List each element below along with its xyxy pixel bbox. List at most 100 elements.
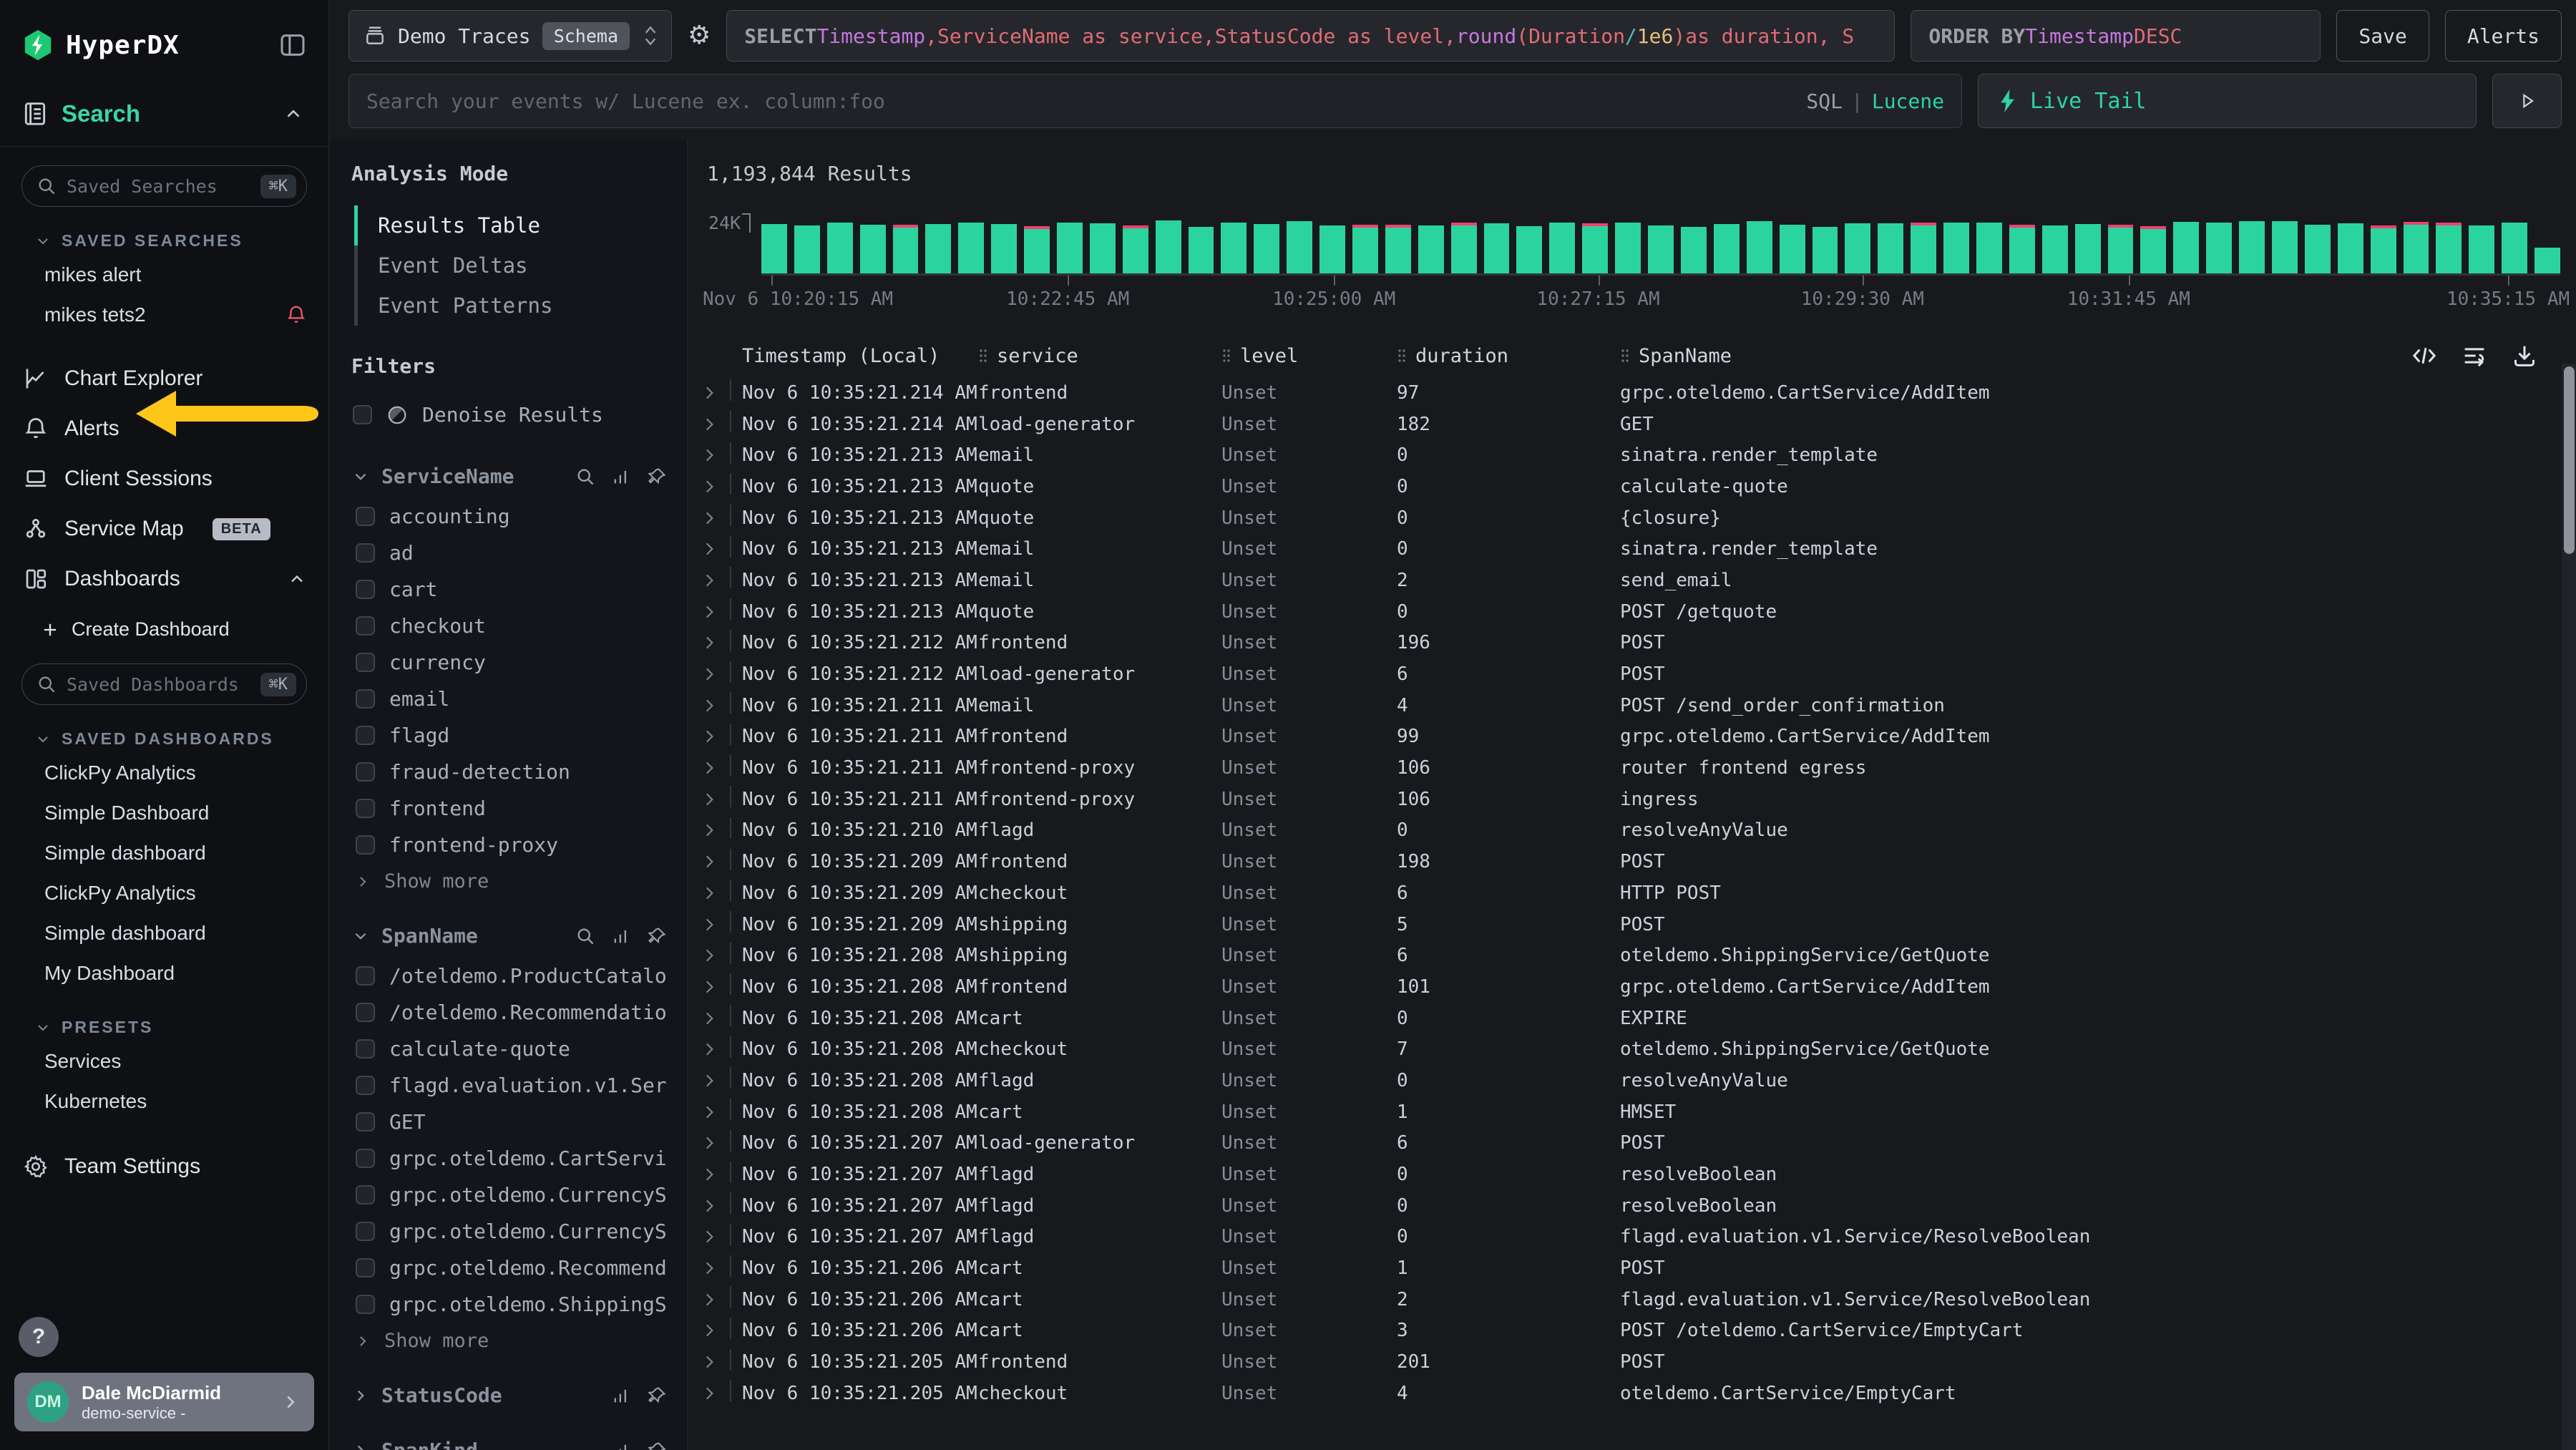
table-row[interactable]: Nov 6 10:35:21.205 AMcheckoutUnset4oteld… [688,1378,2576,1409]
servicename-filter-item[interactable]: frontend [356,790,667,827]
expand-row-icon[interactable] [700,1353,718,1371]
table-row[interactable]: Nov 6 10:35:21.213 AMemailUnset0sinatra.… [688,533,2576,565]
scrollbar-thumb[interactable] [2564,366,2575,554]
sidebar-item-service-map[interactable]: Service Map BETA [0,504,328,554]
expand-row-icon[interactable] [700,1290,718,1309]
search-icon[interactable] [575,926,595,946]
checkbox[interactable] [356,762,375,782]
bar-chart-icon[interactable] [611,1386,631,1406]
saved-search-item[interactable]: mikes tets2 [0,295,328,335]
checkbox[interactable] [356,543,375,563]
histogram-bar[interactable] [2404,222,2429,273]
orderby-expression-input[interactable]: ORDER BY Timestamp DESC [1911,10,2321,62]
analysis-mode-results-table[interactable]: Results Table [354,205,667,245]
saved-dashboards-header[interactable]: SAVED DASHBOARDS [0,705,328,753]
spanname-filter-item[interactable]: grpc.oteldemo.Recommend… [356,1250,667,1286]
servicename-filter-item[interactable]: flagd [356,717,667,754]
expand-row-icon[interactable] [700,821,718,840]
chevron-up-icon[interactable] [287,569,307,589]
histogram-bar[interactable] [2469,225,2494,273]
source-selector[interactable]: Demo Traces Schema [348,10,672,62]
sidebar-item-team-settings[interactable]: Team Settings [0,1142,328,1192]
histogram-bar[interactable] [1878,223,1903,273]
table-row[interactable]: Nov 6 10:35:21.206 AMcartUnset2flagd.eva… [688,1284,2576,1315]
histogram-bar[interactable] [2305,225,2331,273]
histogram-bar[interactable] [925,224,951,273]
facet-servicename-header[interactable]: ServiceName [351,464,667,488]
drag-handle-icon[interactable] [1397,347,1407,364]
expand-row-icon[interactable] [700,1384,718,1403]
checkbox[interactable] [356,799,375,818]
expand-row-icon[interactable] [700,540,718,558]
table-row[interactable]: Nov 6 10:35:21.206 AMcartUnset3POST /ote… [688,1315,2576,1347]
spanname-show-more[interactable]: Show more [351,1323,667,1352]
table-row[interactable]: Nov 6 10:35:21.210 AMflagdUnset0resolveA… [688,815,2576,847]
table-row[interactable]: Nov 6 10:35:21.209 AMcheckoutUnset6HTTP … [688,877,2576,909]
saved-searches-header[interactable]: SAVED SEARCHES [0,207,328,255]
help-button[interactable]: ? [19,1317,59,1357]
select-expression-input[interactable]: SELECT Timestamp, ServiceName as service… [726,10,1895,62]
checkbox[interactable] [356,1003,375,1022]
table-row[interactable]: Nov 6 10:35:21.207 AMload-generatorUnset… [688,1128,2576,1159]
table-row[interactable]: Nov 6 10:35:21.213 AMquoteUnset0{closure… [688,502,2576,534]
histogram-bar[interactable] [1943,223,1969,273]
saved-searches-input[interactable]: Saved Searches ⌘K [21,165,307,207]
expand-row-icon[interactable] [700,633,718,652]
histogram-bar[interactable] [1549,223,1575,273]
servicename-show-more[interactable]: Show more [351,863,667,892]
saved-dashboard-item[interactable]: My Dashboard [0,953,328,993]
checkbox[interactable] [356,1076,375,1095]
pin-icon[interactable] [647,926,667,946]
histogram-bar[interactable] [1747,221,1772,273]
checkbox[interactable] [356,1039,375,1059]
checkbox[interactable] [356,653,375,672]
pin-icon[interactable] [647,1386,667,1406]
search-icon[interactable] [575,467,595,487]
table-row[interactable]: Nov 6 10:35:21.213 AMemailUnset0sinatra.… [688,439,2576,471]
histogram-bar[interactable] [1648,225,1674,273]
histogram-bar[interactable] [860,225,886,273]
servicename-filter-item[interactable]: frontend-proxy [356,827,667,863]
histogram-bar[interactable] [1780,225,1805,273]
spanname-filter-item[interactable]: flagd.evaluation.v1.Ser… [356,1067,667,1104]
expand-row-icon[interactable] [700,1134,718,1152]
histogram-bar[interactable] [1484,223,1510,273]
column-header-service[interactable]: service [978,345,1221,367]
histogram-bar[interactable] [1976,223,2002,273]
checkbox[interactable] [356,1149,375,1168]
histogram-bar[interactable] [2534,248,2560,273]
sidebar-item-alerts[interactable]: Alerts [0,404,328,454]
expand-row-icon[interactable] [700,1040,718,1059]
alerts-button[interactable]: Alerts [2445,10,2562,62]
spanname-filter-item[interactable]: grpc.oteldemo.CurrencyS… [356,1213,667,1250]
histogram-bar[interactable] [2502,223,2527,273]
expand-row-icon[interactable] [700,446,718,464]
histogram-bar[interactable] [2009,225,2035,273]
expand-row-icon[interactable] [700,1103,718,1121]
histogram-bar[interactable] [2338,223,2363,273]
checkbox[interactable] [356,1295,375,1314]
facet-spanname-header[interactable]: SpanName [351,924,667,948]
table-row[interactable]: Nov 6 10:35:21.209 AMfrontendUnset198POS… [688,846,2576,877]
table-row[interactable]: Nov 6 10:35:21.207 AMflagdUnset0flagd.ev… [688,1222,2576,1253]
expand-row-icon[interactable] [700,759,718,777]
column-header-duration[interactable]: duration [1397,345,1620,367]
servicename-filter-item[interactable]: checkout [356,608,667,644]
table-row[interactable]: Nov 6 10:35:21.211 AMfrontendUnset99grpc… [688,721,2576,753]
preset-item[interactable]: Services [0,1041,328,1081]
lucene-toggle[interactable]: Lucene [1872,89,1944,113]
histogram-bar[interactable] [1582,223,1608,273]
histogram-bar[interactable] [827,223,853,273]
table-row[interactable]: Nov 6 10:35:21.214 AMfrontendUnset97grpc… [688,377,2576,409]
bar-chart-icon[interactable] [611,926,631,946]
expand-row-icon[interactable] [700,1165,718,1184]
sql-toggle[interactable]: SQL [1806,89,1843,113]
user-menu[interactable]: DM Dale McDiarmid demo-service - [14,1373,314,1432]
spanname-filter-item[interactable]: grpc.oteldemo.ShippingS… [356,1286,667,1323]
histogram-bar[interactable] [991,224,1017,273]
expand-row-icon[interactable] [700,1197,718,1215]
checkbox[interactable] [356,507,375,526]
table-row[interactable]: Nov 6 10:35:21.211 AMfrontend-proxyUnset… [688,752,2576,784]
source-settings-gear-icon[interactable]: ⚙ [688,23,711,49]
sidebar-item-chart-explorer[interactable]: Chart Explorer [0,354,328,404]
